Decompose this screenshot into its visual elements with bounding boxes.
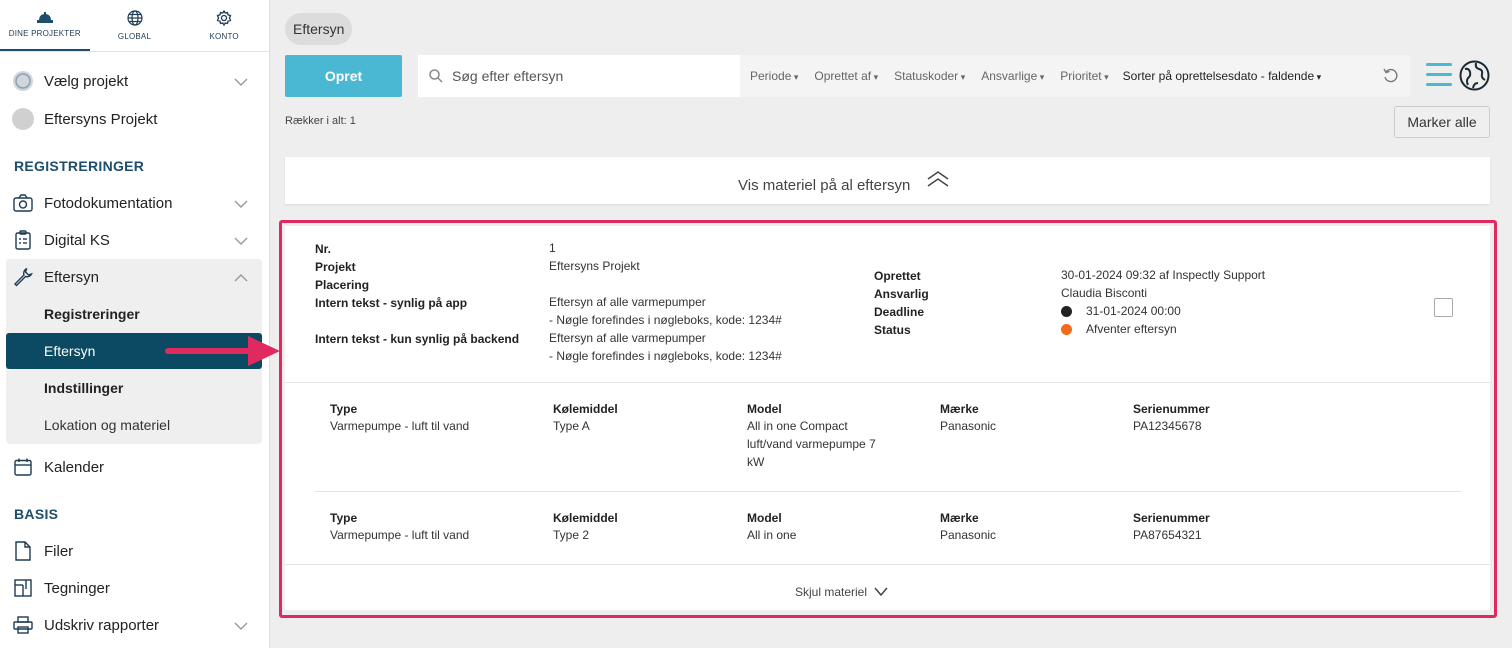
sidebar-item-files-label: Filer	[44, 542, 74, 560]
breadcrumb-chip: Eftersyn	[285, 13, 353, 45]
filter-responsible[interactable]: Ansvarlige	[981, 69, 1044, 83]
sidebar-item-drawings[interactable]: Tegninger	[0, 577, 270, 599]
filter-period[interactable]: Periode	[750, 69, 798, 83]
search-box	[418, 55, 740, 97]
submenu-location-material[interactable]: Lokation og materiel	[44, 417, 170, 433]
project-avatar-icon	[12, 70, 34, 92]
reset-icon[interactable]	[1383, 68, 1399, 87]
tab-global-label: GLOBAL	[117, 32, 152, 41]
section-registrations-heading: REGISTRERINGER	[14, 158, 145, 174]
chevron-down-icon	[234, 195, 248, 212]
chevron-down-icon	[234, 73, 248, 90]
wrench-icon	[12, 266, 34, 288]
top-navigation: DINE PROJEKTER GLOBAL KONTO	[0, 0, 269, 52]
sort-dropdown[interactable]: Sorter på oprettelsesdato - faldende	[1123, 69, 1322, 83]
chevron-down-icon	[234, 232, 248, 249]
search-icon	[429, 69, 443, 83]
sidebar-item-inspection-label: Eftersyn	[44, 268, 100, 286]
filter-created-by[interactable]: Oprettet af	[814, 69, 878, 83]
clipboard-icon	[12, 229, 34, 251]
globe-brand-icon[interactable]	[1459, 60, 1490, 96]
show-material-label: Vis materiel på al eftersyn	[738, 177, 911, 194]
annotation-highlight-box	[279, 220, 1497, 618]
submenu-settings[interactable]: Indstillinger	[44, 380, 123, 396]
current-project[interactable]: Eftersyns Projekt	[0, 108, 270, 130]
submenu-inspection-label: Eftersyn	[44, 343, 96, 359]
show-material-toggle[interactable]: Vis materiel på al eftersyn	[285, 157, 1490, 204]
gear-icon	[216, 10, 232, 26]
select-project-dropdown[interactable]: Vælg projekt	[0, 70, 270, 92]
globe-icon	[126, 10, 143, 26]
sidebar-item-drawings-label: Tegninger	[44, 579, 110, 597]
chevron-down-icon	[234, 617, 248, 634]
drawing-icon	[12, 577, 34, 599]
create-button[interactable]: Opret	[285, 55, 402, 97]
hardhat-icon	[36, 12, 53, 23]
sidebar: DINE PROJEKTER GLOBAL KONTO Vælg projekt…	[0, 0, 270, 648]
tab-account-label: KONTO	[209, 32, 239, 41]
file-icon	[12, 540, 34, 562]
tab-global[interactable]: GLOBAL	[90, 0, 180, 51]
filter-bar: Periode Oprettet af Statuskoder Ansvarli…	[740, 55, 1410, 97]
sidebar-item-calendar[interactable]: Kalender	[0, 456, 270, 478]
sidebar-item-photo-label: Fotodokumentation	[44, 194, 173, 212]
submenu-registrations[interactable]: Registreringer	[44, 306, 140, 322]
filter-status-codes[interactable]: Statuskoder	[894, 69, 965, 83]
project-avatar	[12, 108, 34, 130]
sidebar-item-calendar-label: Kalender	[44, 458, 105, 476]
sidebar-item-print-reports[interactable]: Udskriv rapporter	[0, 614, 270, 636]
menu-icon[interactable]	[1426, 63, 1452, 92]
tab-my-projects[interactable]: DINE PROJEKTER	[0, 0, 90, 51]
camera-icon	[12, 192, 34, 214]
sidebar-item-photo[interactable]: Fotodokumentation	[0, 192, 270, 214]
search-input[interactable]	[452, 68, 722, 84]
tab-account[interactable]: KONTO	[179, 0, 269, 51]
sidebar-item-print-reports-label: Udskriv rapporter	[44, 616, 160, 634]
annotation-arrow	[165, 336, 280, 366]
calendar-icon	[12, 456, 34, 478]
sidebar-item-files[interactable]: Filer	[0, 540, 270, 562]
sidebar-item-inspection[interactable]: Eftersyn	[0, 266, 270, 288]
sidebar-item-digital-ks[interactable]: Digital KS	[0, 229, 270, 251]
chevron-double-up-icon	[927, 171, 949, 187]
tab-my-projects-label: DINE PROJEKTER	[8, 29, 81, 38]
rows-total: Rækker i alt: 1	[285, 115, 356, 127]
project-name: Eftersyns Projekt	[44, 110, 158, 128]
filter-priority[interactable]: Prioritet	[1060, 69, 1108, 83]
mark-all-button[interactable]: Marker alle	[1394, 106, 1490, 138]
section-basis-heading: BASIS	[14, 506, 59, 522]
printer-icon	[12, 614, 34, 636]
chevron-up-icon	[234, 269, 248, 286]
select-project-label: Vælg projekt	[44, 72, 129, 90]
sidebar-item-digital-ks-label: Digital KS	[44, 231, 110, 249]
